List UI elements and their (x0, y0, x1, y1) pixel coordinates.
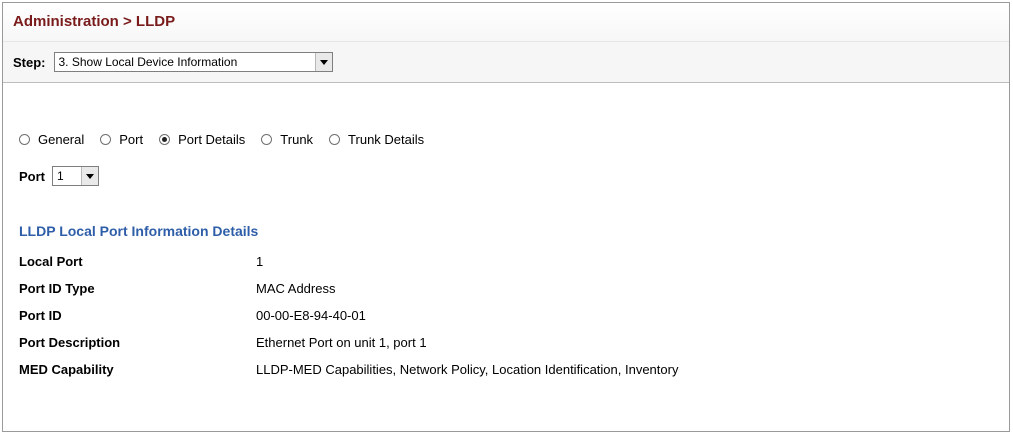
radio-port-details[interactable]: Port Details (159, 132, 245, 147)
port-label: Port (19, 168, 45, 184)
radio-trunk-details[interactable]: Trunk Details (329, 132, 424, 147)
detail-row-local-port: Local Port 1 (19, 248, 678, 275)
radio-label: Port (119, 132, 144, 147)
section-title: LLDP Local Port Information Details (19, 223, 259, 239)
detail-row-med-capability: MED Capability LLDP-MED Capabilities, Ne… (19, 356, 678, 383)
view-radio-group: General Port Port Details Trunk Trunk De… (19, 132, 440, 147)
step-row: Step: 3. Show Local Device Information (3, 42, 1009, 83)
chevron-down-icon (86, 173, 94, 179)
radio-button[interactable] (100, 134, 112, 145)
step-label: Step: (13, 54, 46, 70)
port-row: Port 1 (19, 166, 99, 186)
radio-button[interactable] (159, 134, 171, 145)
radio-label: Port Details (178, 132, 246, 147)
detail-row-port-description: Port Description Ethernet Port on unit 1… (19, 329, 678, 356)
radio-port[interactable]: Port (100, 132, 143, 147)
detail-value: Ethernet Port on unit 1, port 1 (256, 335, 427, 350)
details-table: Local Port 1 Port ID Type MAC Address Po… (19, 248, 678, 383)
detail-label: Port Description (19, 335, 121, 350)
radio-trunk[interactable]: Trunk (261, 132, 313, 147)
detail-label: Port ID (19, 308, 62, 323)
detail-label: Port ID Type (19, 281, 95, 296)
detail-value: 00-00-E8-94-40-01 (256, 308, 366, 323)
port-select[interactable]: 1 (52, 166, 99, 186)
radio-general[interactable]: General (19, 132, 84, 147)
chevron-down-icon (319, 59, 328, 65)
step-select[interactable]: 3. Show Local Device Information (53, 52, 333, 72)
radio-label: Trunk (280, 132, 314, 147)
port-dropdown-button[interactable] (81, 167, 98, 185)
page-title: Administration > LLDP (3, 3, 1009, 42)
radio-label: General (38, 132, 85, 147)
detail-row-port-id: Port ID 00-00-E8-94-40-01 (19, 302, 678, 329)
detail-value: LLDP-MED Capabilities, Network Policy, L… (256, 362, 679, 377)
radio-button[interactable] (19, 134, 30, 145)
detail-value: MAC Address (256, 281, 336, 296)
detail-value: 1 (256, 254, 264, 269)
radio-button[interactable] (261, 134, 273, 145)
step-dropdown-button[interactable] (314, 53, 332, 71)
detail-label: Local Port (19, 254, 83, 269)
radio-label: Trunk Details (348, 132, 425, 147)
radio-button[interactable] (329, 134, 341, 145)
step-select-value: 3. Show Local Device Information (58, 55, 238, 69)
detail-row-port-id-type: Port ID Type MAC Address (19, 275, 678, 302)
detail-label: MED Capability (19, 362, 114, 377)
port-select-value: 1 (57, 169, 64, 183)
